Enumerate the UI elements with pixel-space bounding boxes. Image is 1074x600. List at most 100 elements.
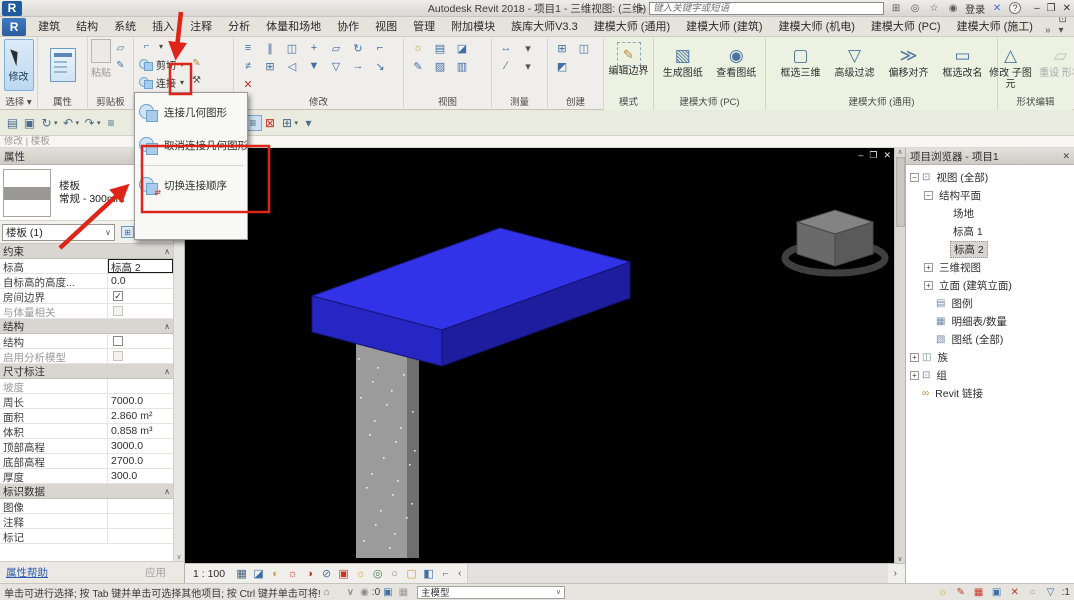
tab-overflow-icon[interactable]: » — [1041, 25, 1055, 36]
offset-icon[interactable]: ∥ — [259, 39, 281, 57]
tree-item-族[interactable]: +◫族 — [906, 348, 1074, 366]
status-dropdown-icon[interactable]: ∨ — [347, 587, 354, 598]
join-button[interactable]: 连接 ▾ — [137, 74, 187, 91]
visual-style-icon[interactable]: ◐ — [267, 566, 284, 582]
property-value[interactable]: 2.860 m² — [108, 409, 173, 423]
tree-item-图例[interactable]: ▤图例 — [906, 294, 1074, 312]
section-header-标识数据[interactable]: 标识数据∧ — [0, 484, 173, 499]
aligned-dimension-icon[interactable]: ∕ — [495, 57, 517, 75]
property-value[interactable] — [108, 379, 173, 393]
collapse-icon[interactable]: − — [910, 173, 919, 182]
paste-button[interactable]: 粘贴 — [91, 39, 111, 79]
tab-建模大师 (施工)[interactable]: 建模大师 (施工) — [949, 16, 1041, 36]
property-value[interactable]: 0.858 m³ — [108, 424, 173, 438]
pin-icon[interactable]: ▼ — [303, 57, 325, 75]
measure-dropdown-icon[interactable]: ▾ — [517, 39, 539, 57]
minimize-button[interactable]: – — [1034, 3, 1040, 14]
scroll-down-icon[interactable]: ∨ — [176, 553, 181, 561]
type-selector-dropdown-icon[interactable]: ∨ — [105, 228, 111, 237]
application-menu-button[interactable]: R — [2, 18, 26, 36]
extend-icon[interactable]: → — [347, 57, 369, 75]
help-search-input[interactable] — [649, 2, 884, 15]
sun-path-icon[interactable]: ☼ — [284, 566, 301, 582]
tab-体量和场地[interactable]: 体量和场地 — [258, 16, 329, 36]
tree-item-结构平面[interactable]: −结构平面 — [906, 186, 1074, 204]
property-value[interactable] — [108, 304, 173, 318]
press-drag-icon[interactable]: ○ — [1026, 586, 1040, 599]
property-value[interactable] — [108, 529, 173, 543]
create-assembly-icon[interactable]: ◫ — [573, 39, 595, 57]
demolish-icon[interactable]: ▥ — [451, 57, 473, 75]
property-value[interactable] — [108, 349, 173, 363]
editable-worksets-icon[interactable]: ◉ — [360, 587, 369, 598]
horizontal-scrollbar[interactable] — [467, 564, 887, 584]
section-header-约束[interactable]: 约束∧ — [0, 244, 173, 259]
tree-item-标高 2[interactable]: 标高 2 — [906, 240, 1074, 258]
print-icon[interactable]: ≡ — [103, 115, 120, 131]
cut-profile-icon[interactable]: ◪ — [451, 39, 473, 57]
box-rename-button[interactable]: ▭框选改名 — [937, 39, 989, 95]
tab-建模大师 (通用)[interactable]: 建模大师 (通用) — [586, 16, 678, 36]
view-restore-icon[interactable]: ❐ — [869, 150, 877, 161]
selection-filter-icon[interactable]: ▽ — [1044, 586, 1058, 599]
sync-icon[interactable]: ↻ — [38, 115, 55, 131]
paint-icon[interactable]: ▨ — [429, 57, 451, 75]
save-icon[interactable]: ▣ — [21, 115, 38, 131]
collapse-icon[interactable]: ∧ — [164, 487, 170, 496]
join-end-cut-icon[interactable]: ↘ — [369, 57, 391, 75]
exclude-options-icon[interactable]: ✕ — [1008, 586, 1022, 599]
collapse-icon[interactable]: ∧ — [164, 247, 170, 256]
split-icon[interactable]: ≠ — [237, 57, 259, 75]
join-dropdown-icon[interactable]: ▾ — [179, 78, 185, 87]
linework-icon[interactable]: ✎ — [407, 57, 429, 75]
properties-help-link[interactable]: 属性帮助 — [6, 565, 48, 580]
tree-item-三维视图[interactable]: +三维视图 — [906, 258, 1074, 276]
move-icon[interactable]: + — [303, 39, 325, 57]
switch-join-order-item[interactable]: ⇄切换连接顺序 — [135, 169, 247, 202]
temporary-view-properties-icon[interactable]: ▢ — [403, 566, 420, 582]
tab-插入[interactable]: 插入 — [144, 16, 182, 36]
tree-item-图纸 (全部)[interactable]: ▧图纸 (全部) — [906, 330, 1074, 348]
redo-dropdown-icon[interactable]: ▾ — [97, 119, 101, 127]
restore-button[interactable]: ❐ — [1047, 3, 1056, 14]
project-browser-close-icon[interactable]: ✕ — [1062, 151, 1070, 162]
tab-分析[interactable]: 分析 — [220, 16, 258, 36]
worksharing-display-icon[interactable]: ○ — [386, 566, 403, 582]
tab-视图[interactable]: 视图 — [367, 16, 405, 36]
tree-item-标高 1[interactable]: 标高 1 — [906, 222, 1074, 240]
editable-only-icon[interactable]: ☼ — [936, 586, 950, 599]
expand-icon[interactable]: + — [910, 353, 919, 362]
view-close-icon[interactable]: ✕ — [883, 150, 891, 161]
copy-icon[interactable]: ▱ — [325, 39, 347, 57]
analytical-model-icon[interactable]: ◧ — [420, 566, 437, 582]
tab-结构[interactable]: 结构 — [68, 16, 106, 36]
tab-附加模块[interactable]: 附加模块 — [443, 16, 503, 36]
customize-qat-icon[interactable]: ▾ — [300, 115, 317, 131]
property-value[interactable]: 3000.0 — [108, 439, 173, 453]
undo-icon[interactable]: ↶ — [60, 115, 77, 131]
tree-item-组[interactable]: +⊡组 — [906, 366, 1074, 384]
cut-dropdown-icon[interactable]: ▾ — [179, 60, 185, 69]
expand-icon[interactable]: + — [924, 281, 933, 290]
modify-button[interactable]: 修改 — [4, 39, 34, 91]
tree-item-视图 (全部)[interactable]: −⊡视图 (全部) — [906, 168, 1074, 186]
tree-item-场地[interactable]: 场地 — [906, 204, 1074, 222]
box-select-3d-button[interactable]: ▢框选三维 — [775, 39, 827, 95]
tab-族库大师V3.3[interactable]: 族库大师V3.3 — [503, 16, 586, 36]
delete-icon[interactable]: ✕ — [237, 75, 259, 93]
remove-hidden-lines-icon[interactable]: ▤ — [429, 39, 451, 57]
view-scroll-down-icon[interactable]: ∨ — [897, 555, 902, 563]
cope-icon[interactable]: ⌐ — [139, 40, 154, 54]
cut-geometry-icon[interactable]: ⊟ — [168, 40, 183, 54]
cope-dropdown-icon[interactable]: ▾ — [158, 42, 164, 51]
viewbar-collapse-icon[interactable]: ‹ — [458, 568, 461, 579]
property-value[interactable]: ✓ — [108, 289, 173, 303]
measure-between-refs-icon[interactable]: ↔ — [495, 39, 517, 57]
copy-to-clipboard-icon[interactable]: ▱ — [113, 41, 128, 55]
section-header-尺寸标注[interactable]: 尺寸标注∧ — [0, 364, 173, 379]
demolish-hammer-icon[interactable]: ⚒ — [189, 73, 204, 87]
crop-region-icon[interactable]: ▣ — [335, 566, 352, 582]
active-design-option-select[interactable]: 主模型 ∨ — [417, 586, 565, 599]
worksets-dialog-icon[interactable]: ▣ — [383, 587, 392, 598]
show-hidden-lines-icon[interactable]: ☼ — [407, 39, 429, 57]
